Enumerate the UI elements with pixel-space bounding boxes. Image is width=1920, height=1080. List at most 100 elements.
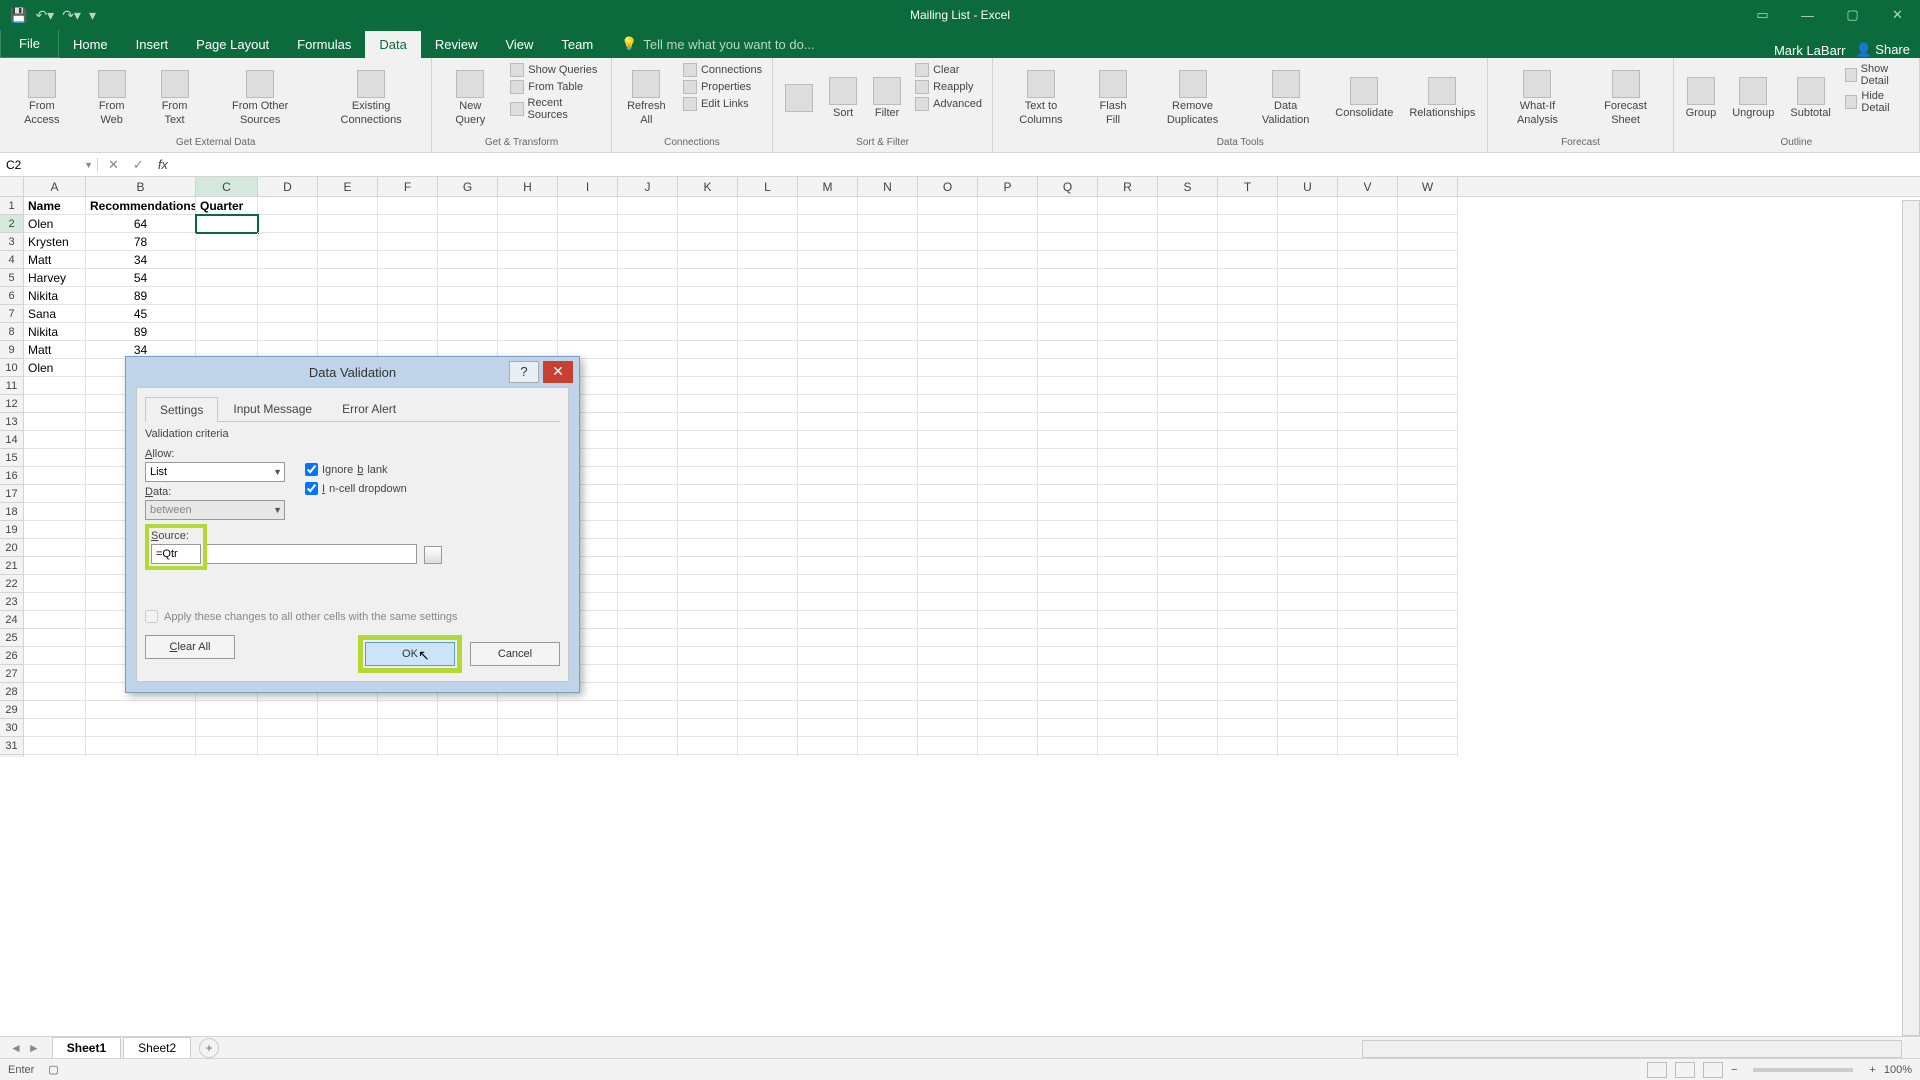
row-header[interactable]: 15 (0, 449, 24, 467)
cell[interactable] (918, 539, 978, 557)
cell[interactable] (618, 269, 678, 287)
cell[interactable] (1338, 215, 1398, 233)
column-header[interactable]: C (196, 177, 258, 196)
cell[interactable] (1398, 323, 1458, 341)
advanced-button[interactable]: Advanced (911, 96, 986, 112)
cell[interactable] (978, 215, 1038, 233)
cell[interactable] (1278, 755, 1338, 757)
cell[interactable] (24, 611, 86, 629)
cell[interactable] (1098, 557, 1158, 575)
cell[interactable] (438, 251, 498, 269)
cell[interactable] (378, 233, 438, 251)
cell[interactable] (918, 647, 978, 665)
cell[interactable] (978, 197, 1038, 215)
cell[interactable] (1038, 413, 1098, 431)
row-header[interactable]: 19 (0, 521, 24, 539)
cell[interactable] (618, 611, 678, 629)
cell[interactable] (1398, 503, 1458, 521)
cell[interactable] (738, 719, 798, 737)
cell[interactable] (196, 269, 258, 287)
cell[interactable] (1098, 719, 1158, 737)
cell[interactable] (738, 269, 798, 287)
column-header[interactable]: L (738, 177, 798, 196)
cell[interactable] (918, 575, 978, 593)
cell[interactable] (738, 521, 798, 539)
cell[interactable]: 78 (86, 233, 196, 251)
cell[interactable] (858, 233, 918, 251)
from-other-sources-button[interactable]: From Other Sources (207, 62, 313, 135)
cell[interactable] (918, 485, 978, 503)
cell[interactable] (1218, 755, 1278, 757)
cell[interactable] (1158, 467, 1218, 485)
cell[interactable] (918, 449, 978, 467)
cell[interactable] (978, 755, 1038, 757)
cell[interactable] (738, 593, 798, 611)
forecast-sheet-button[interactable]: Forecast Sheet (1585, 62, 1667, 135)
cell[interactable] (438, 215, 498, 233)
cell[interactable] (858, 341, 918, 359)
cell[interactable] (196, 305, 258, 323)
cell[interactable] (978, 287, 1038, 305)
cell[interactable] (438, 287, 498, 305)
cell[interactable] (1338, 377, 1398, 395)
row-header[interactable]: 17 (0, 485, 24, 503)
cell[interactable] (498, 197, 558, 215)
cell[interactable] (618, 719, 678, 737)
cell[interactable] (1398, 251, 1458, 269)
cell[interactable] (1158, 449, 1218, 467)
cell[interactable] (1278, 521, 1338, 539)
undo-icon[interactable]: ↶▾ (35, 7, 54, 24)
cell[interactable] (1038, 449, 1098, 467)
cell[interactable] (1038, 719, 1098, 737)
cell[interactable]: 64 (86, 215, 196, 233)
cell[interactable] (558, 305, 618, 323)
cell[interactable] (1098, 611, 1158, 629)
cell[interactable] (978, 665, 1038, 683)
cell[interactable] (858, 503, 918, 521)
clear-all-button[interactable]: Clear All (145, 635, 235, 659)
cell[interactable] (1158, 665, 1218, 683)
cell[interactable] (858, 197, 918, 215)
cell[interactable] (798, 539, 858, 557)
cell[interactable]: Olen (24, 215, 86, 233)
add-sheet-button[interactable]: + (199, 1038, 219, 1058)
cell[interactable] (618, 485, 678, 503)
cell[interactable] (858, 377, 918, 395)
row-header[interactable]: 11 (0, 377, 24, 395)
cell[interactable] (678, 647, 738, 665)
cell[interactable] (1158, 701, 1218, 719)
cell[interactable] (618, 215, 678, 233)
cell[interactable] (258, 701, 318, 719)
cell[interactable] (678, 467, 738, 485)
cell[interactable] (1098, 521, 1158, 539)
cell[interactable] (498, 251, 558, 269)
cell[interactable] (1398, 629, 1458, 647)
column-header[interactable]: T (1218, 177, 1278, 196)
cell[interactable] (618, 629, 678, 647)
ignore-blank-checkbox[interactable]: Ignore blank (305, 463, 407, 476)
cell[interactable]: Matt (24, 251, 86, 269)
cell[interactable] (978, 647, 1038, 665)
cell[interactable] (1218, 539, 1278, 557)
cell[interactable] (258, 269, 318, 287)
cell[interactable] (1278, 269, 1338, 287)
cell[interactable] (1398, 431, 1458, 449)
cell[interactable] (1218, 629, 1278, 647)
cell[interactable] (618, 341, 678, 359)
cell[interactable] (918, 737, 978, 755)
cell[interactable] (1038, 197, 1098, 215)
cell[interactable] (618, 449, 678, 467)
row-header[interactable]: 5 (0, 269, 24, 287)
text-to-columns-button[interactable]: Text to Columns (999, 62, 1083, 135)
cell[interactable] (1218, 323, 1278, 341)
cell[interactable] (1278, 377, 1338, 395)
cell[interactable] (918, 377, 978, 395)
cell[interactable] (618, 647, 678, 665)
cell[interactable] (1098, 323, 1158, 341)
cell[interactable] (1338, 593, 1398, 611)
cell[interactable] (1038, 611, 1098, 629)
cell[interactable] (258, 305, 318, 323)
cell[interactable] (918, 251, 978, 269)
cell[interactable] (798, 323, 858, 341)
cell[interactable] (1338, 521, 1398, 539)
